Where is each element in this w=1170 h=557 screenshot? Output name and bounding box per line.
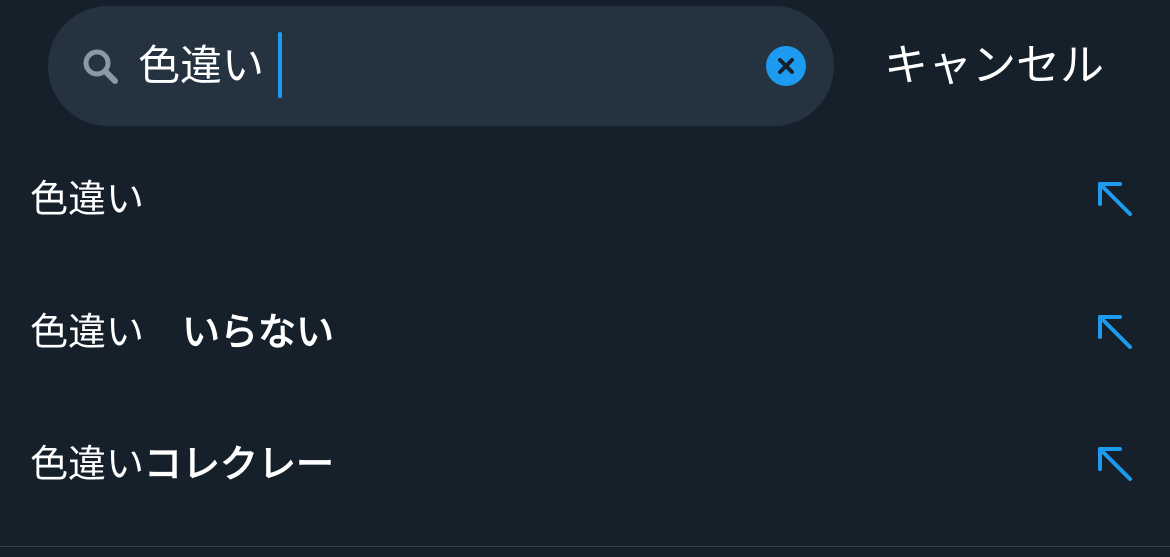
arrow-up-left-icon[interactable] bbox=[1094, 178, 1136, 220]
search-input[interactable]: 色違い bbox=[138, 36, 264, 96]
suggestion-query-text: 色違い bbox=[30, 177, 145, 221]
suggestion-completion-text: いらない bbox=[182, 310, 335, 354]
arrow-up-left-icon[interactable] bbox=[1094, 311, 1136, 353]
suggestion-label: 色違いコレクレー bbox=[30, 439, 334, 489]
suggestion-query-text: 色違い bbox=[30, 442, 145, 486]
cancel-button[interactable]: キャンセル bbox=[884, 36, 1104, 96]
suggestion-item[interactable]: 色違いコレクレー bbox=[0, 397, 1170, 529]
suggestion-label: 色違い bbox=[30, 174, 144, 224]
arrow-up-left-icon[interactable] bbox=[1094, 443, 1136, 485]
suggestion-item[interactable]: 色違い bbox=[0, 132, 1170, 264]
text-cursor bbox=[278, 32, 282, 98]
clear-search-button[interactable] bbox=[766, 46, 806, 86]
suggestion-completion-text: コレクレー bbox=[144, 442, 335, 486]
search-icon bbox=[80, 46, 120, 86]
suggestion-query-text: 色違い bbox=[30, 310, 183, 354]
divider bbox=[0, 546, 1170, 547]
suggestion-label: 色違い いらない bbox=[30, 307, 334, 357]
close-circle-icon bbox=[778, 58, 794, 74]
suggestion-item[interactable]: 色違い いらない bbox=[0, 265, 1170, 397]
